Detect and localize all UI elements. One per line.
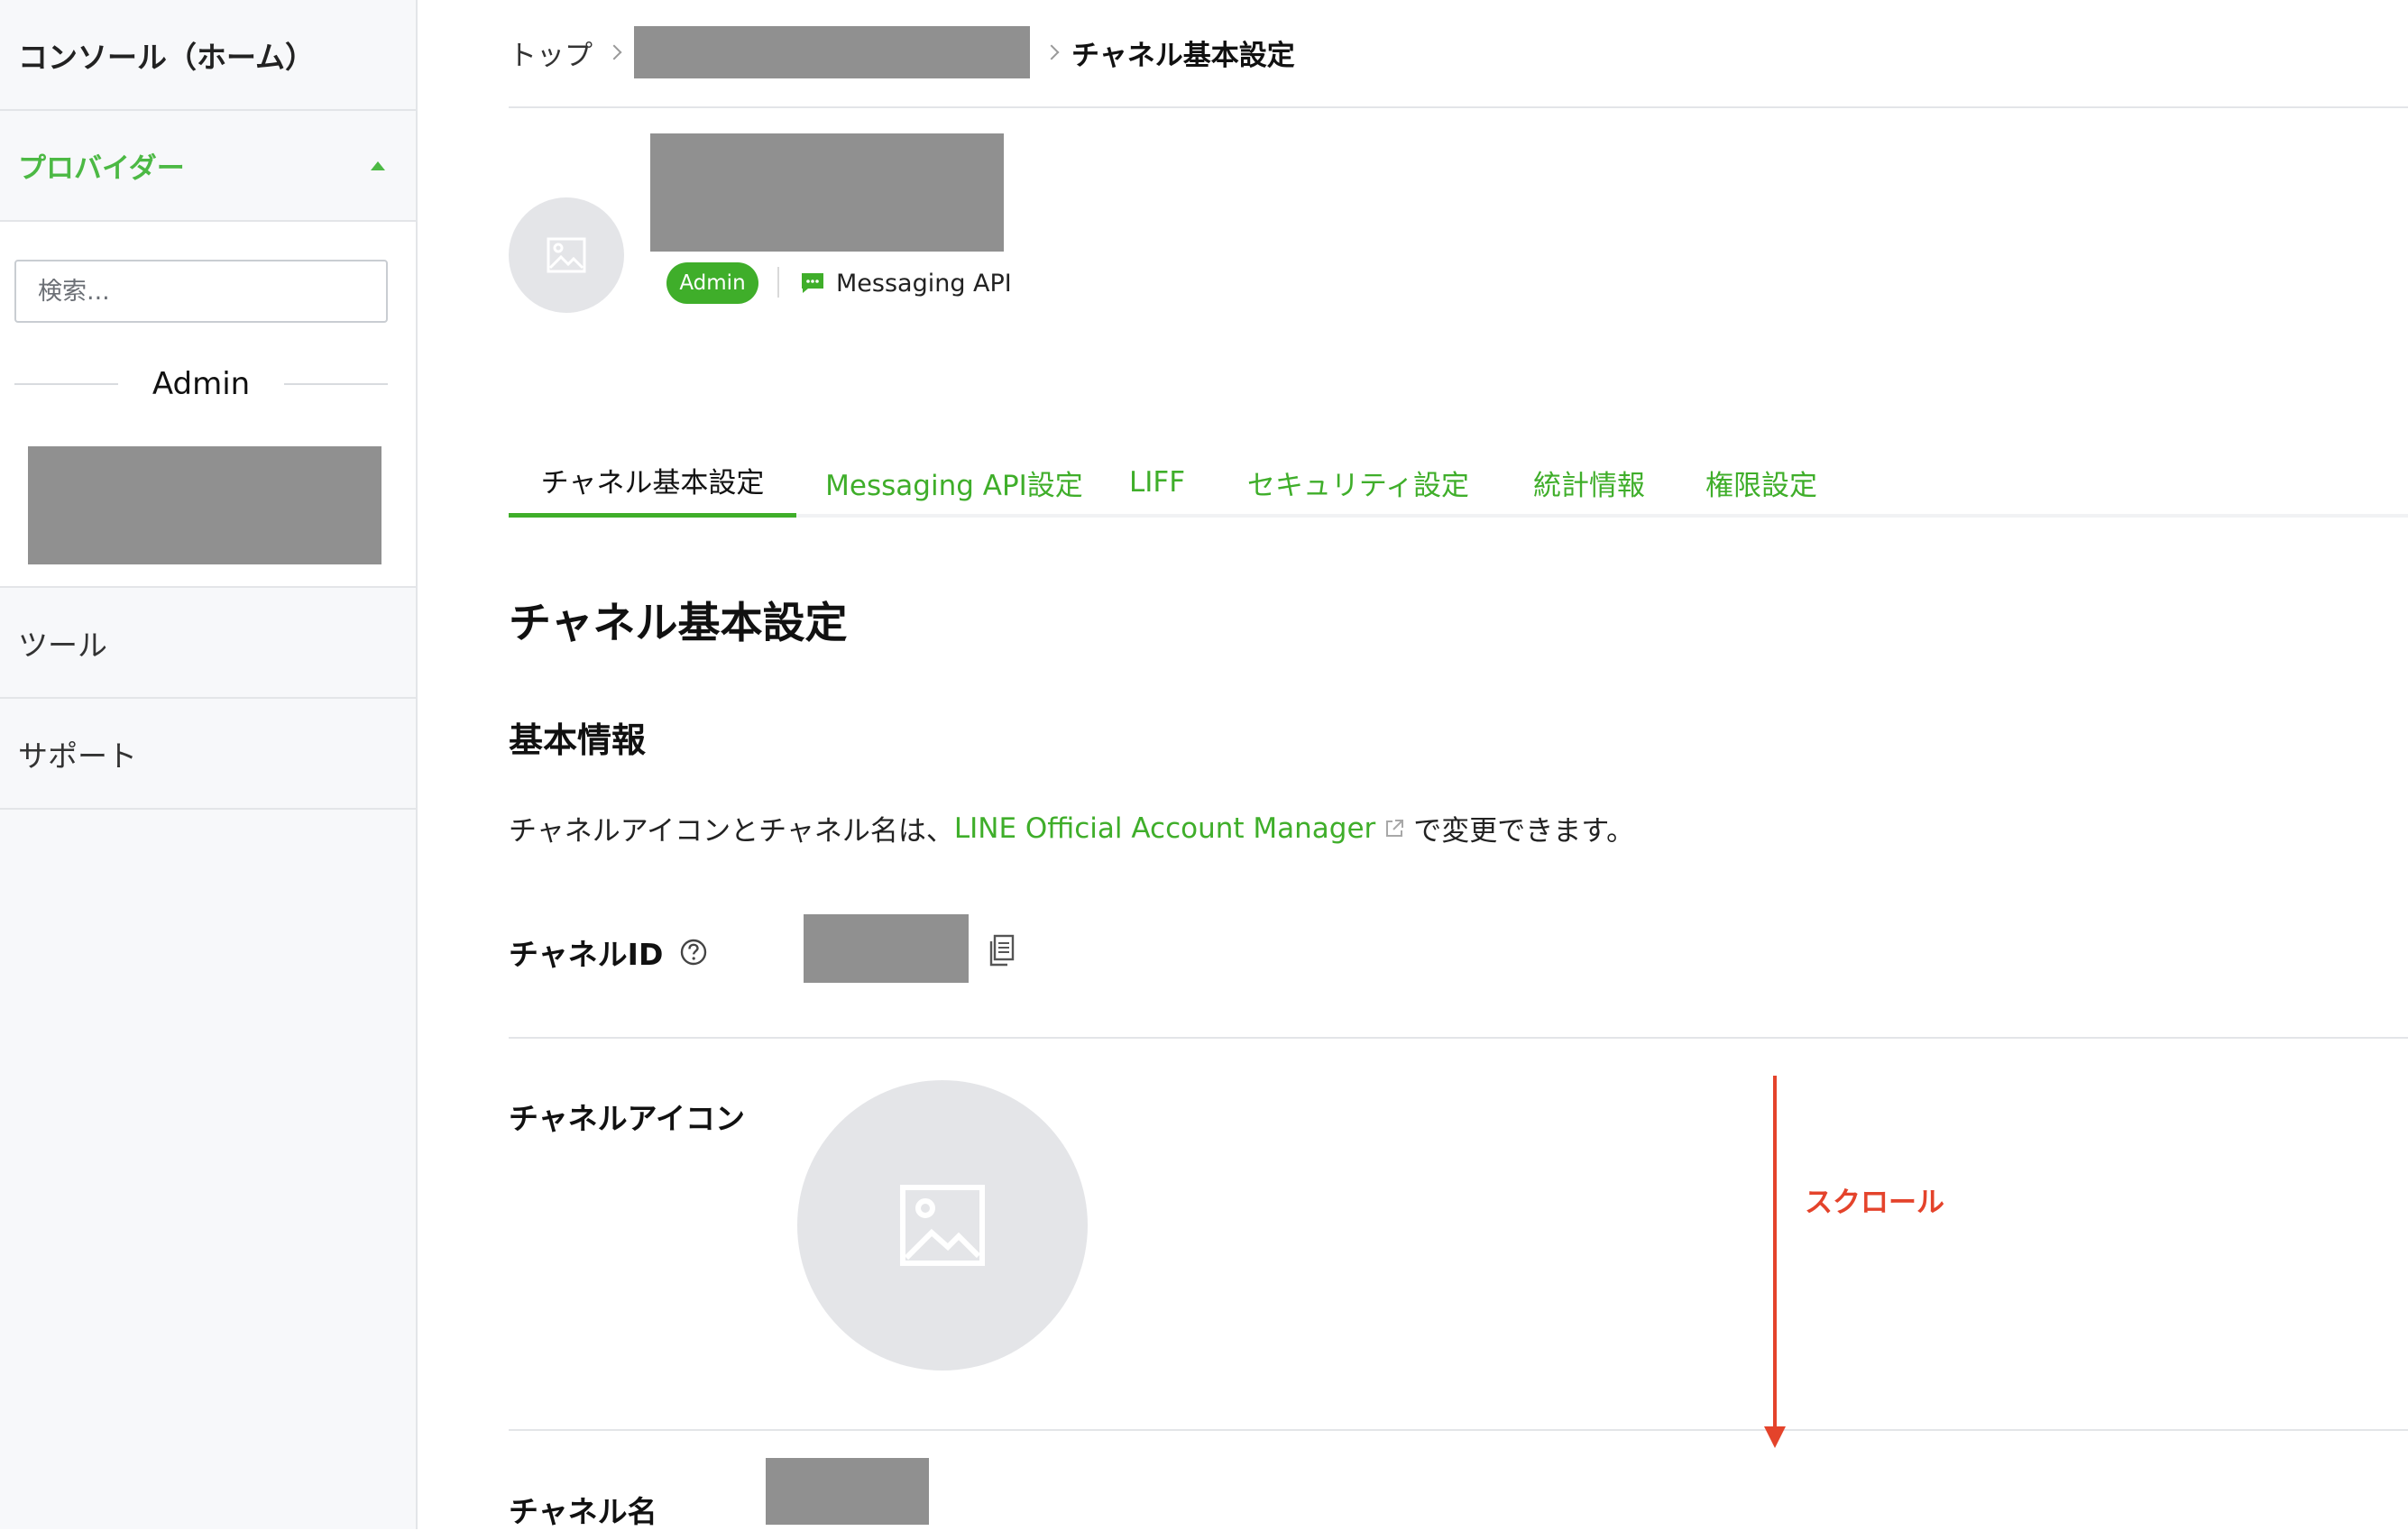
divider: [509, 106, 2408, 108]
divider: [509, 1429, 2408, 1431]
tab-label: 権限設定: [1705, 469, 1817, 502]
breadcrumb: トップ チャネル基本設定: [509, 25, 1295, 79]
tab-statistics[interactable]: 統計情報: [1530, 447, 1648, 518]
chat-bubble-icon: [800, 271, 825, 295]
divider: [14, 383, 118, 385]
image-placeholder-icon: [900, 1185, 985, 1266]
divider: [777, 267, 779, 298]
redacted-provider-item[interactable]: [28, 446, 381, 564]
desc-prefix: チャネルアイコンとチャネル名は、: [509, 815, 954, 848]
admin-heading-label: Admin: [152, 366, 251, 402]
redacted-breadcrumb-provider[interactable]: [634, 26, 1030, 78]
redacted-channel-id: [804, 914, 969, 983]
arrow-down-icon: [1764, 1426, 1786, 1448]
sidebar-item-label: サポート: [18, 738, 137, 774]
scroll-arrow-line: [1773, 1076, 1777, 1429]
tab-label: LIFF: [1128, 466, 1186, 499]
tab-security-settings[interactable]: セキュリティ設定: [1240, 447, 1476, 518]
field-label-channel-name: チャネル名: [509, 1488, 657, 1531]
role-badge: Admin: [666, 262, 758, 304]
tab-liff[interactable]: LIFF: [1128, 447, 1186, 518]
help-icon[interactable]: [679, 938, 708, 967]
section-title: 基本情報: [509, 720, 647, 760]
divider: [284, 383, 389, 385]
desc-suffix: で変更できます。: [1413, 815, 1635, 848]
breadcrumb-top-link[interactable]: トップ: [509, 32, 593, 73]
tab-label: Messaging API設定: [825, 469, 1083, 502]
chevron-right-icon: [606, 44, 622, 60]
image-placeholder-icon: [547, 237, 586, 273]
scroll-annotation-label: スクロール: [1805, 1187, 1944, 1219]
main-content: トップ チャネル基本設定 Admin Messaging API チャネル基本設…: [418, 0, 2408, 1529]
channel-avatar: [509, 197, 624, 313]
sidebar: コンソール（ホーム） プロバイダー Admin ツール サポート: [0, 0, 418, 1529]
provider-search-input[interactable]: [14, 260, 388, 323]
field-label-channel-id: チャネルID: [509, 931, 708, 974]
provider-panel: Admin: [0, 222, 416, 588]
line-oam-link[interactable]: LINE Official Account Manager: [954, 812, 1375, 845]
sidebar-item-label: プロバイダー: [18, 152, 185, 185]
tab-label: セキュリティ設定: [1246, 469, 1470, 502]
sidebar-item-tools[interactable]: ツール: [0, 588, 416, 699]
admin-section-heading: Admin: [14, 366, 389, 402]
tab-channel-basic-settings[interactable]: チャネル基本設定: [509, 447, 796, 518]
page-title: チャネル基本設定: [509, 599, 848, 648]
chevron-right-icon: [1043, 44, 1060, 60]
breadcrumb-current: チャネル基本設定: [1071, 39, 1295, 72]
field-label-text: チャネル名: [509, 1494, 657, 1529]
copy-icon[interactable]: [988, 934, 1015, 967]
tab-messaging-api-settings[interactable]: Messaging API設定: [824, 447, 1084, 518]
tab-label: 統計情報: [1533, 469, 1645, 502]
sidebar-item-label: ツール: [18, 627, 107, 663]
redacted-channel-name: [650, 133, 1004, 252]
caret-up-icon: [371, 161, 385, 170]
basic-info-description: チャネルアイコンとチャネル名は、 LINE Official Account M…: [509, 808, 1634, 848]
tab-permission-settings[interactable]: 権限設定: [1703, 447, 1820, 518]
sidebar-item-console-home[interactable]: コンソール（ホーム）: [0, 0, 416, 111]
redacted-channel-name-value: [766, 1458, 929, 1525]
external-link-icon: [1384, 819, 1404, 839]
field-label-text: チャネルID: [509, 937, 664, 972]
sidebar-item-support[interactable]: サポート: [0, 699, 416, 810]
channel-type-label: Messaging API: [836, 269, 1012, 298]
tab-label: チャネル基本設定: [540, 467, 765, 500]
tab-bar: チャネル基本設定 Messaging API設定 LIFF セキュリティ設定 統…: [509, 447, 2408, 518]
channel-icon-preview: [797, 1080, 1088, 1371]
field-label-text: チャネルアイコン: [509, 1101, 746, 1136]
sidebar-item-label: コンソール（ホーム）: [18, 39, 316, 75]
field-label-channel-icon: チャネルアイコン: [509, 1095, 745, 1138]
sidebar-item-provider[interactable]: プロバイダー: [0, 111, 416, 222]
divider: [509, 1037, 2408, 1039]
channel-type: Messaging API: [800, 265, 1012, 301]
